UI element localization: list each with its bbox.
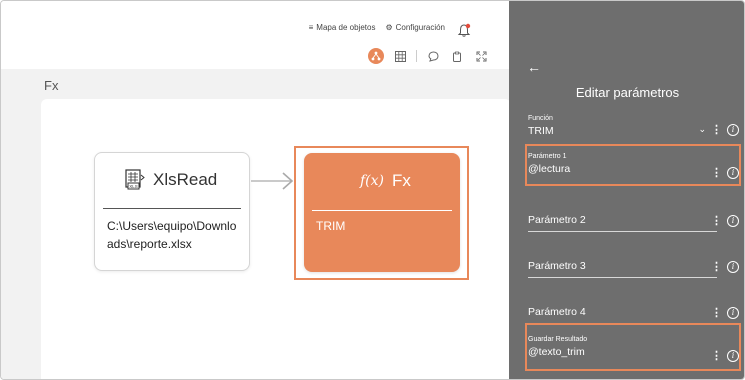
xlsread-node[interactable]: XLS XlsRead C:\Users\equipo\Downloads\re… <box>94 152 250 271</box>
arrow-left-icon: ← <box>527 59 541 75</box>
chevron-down-icon[interactable]: ⌄ <box>698 124 706 135</box>
panel-title: Editar parámetros <box>575 85 680 100</box>
param2-field[interactable]: Parámetro 2 ⋮ i <box>528 214 739 232</box>
param1-field-actions: ⋮ i <box>711 166 739 179</box>
more-options-icon[interactable]: ⋮ <box>711 214 722 227</box>
settings-label: Configuración <box>395 23 445 32</box>
top-nav: ≡ Mapa de objetos ⚙ Configuración <box>309 23 445 32</box>
param4-field-actions: ⋮ i <box>711 306 739 319</box>
back-button[interactable]: ← <box>527 59 541 75</box>
notifications-button[interactable] <box>457 23 471 43</box>
result-field-actions: ⋮ i <box>711 349 739 362</box>
function-icon: f(x) <box>360 173 385 189</box>
more-options-icon[interactable]: ⋮ <box>711 123 722 136</box>
fx-node-title: Fx <box>392 171 411 190</box>
param1-input[interactable]: @lectura <box>528 163 725 175</box>
clipboard-icon <box>453 51 461 62</box>
info-icon[interactable]: i <box>727 214 739 227</box>
connector-arrow <box>251 172 294 190</box>
function-label: Función <box>528 115 553 122</box>
more-options-icon[interactable]: ⋮ <box>711 166 722 179</box>
function-value: TRIM <box>528 125 554 137</box>
node-divider <box>103 208 241 209</box>
info-icon[interactable]: i <box>727 123 739 136</box>
param2-input[interactable]: Parámetro 2 <box>528 214 725 226</box>
bell-icon <box>457 23 471 37</box>
top-bar: ≡ Mapa de objetos ⚙ Configuración <box>1 1 509 69</box>
excel-file-icon: XLS <box>125 169 145 190</box>
canvas-toolbar <box>368 48 489 64</box>
param2-field-actions: ⋮ i <box>711 214 739 227</box>
param3-input[interactable]: Parámetro 3 <box>528 260 725 272</box>
param3-field-actions: ⋮ i <box>711 260 739 273</box>
fullscreen-button[interactable] <box>473 48 489 64</box>
chat-icon <box>427 50 439 62</box>
info-icon[interactable]: i <box>727 306 739 319</box>
xlsread-node-header: XLS XlsRead <box>125 169 217 191</box>
object-map-label: Mapa de objetos <box>316 23 376 32</box>
info-icon[interactable]: i <box>727 166 739 179</box>
info-icon[interactable]: i <box>727 260 739 273</box>
fx-node-function: TRIM <box>316 219 346 233</box>
param1-label: Parámetro 1 <box>528 153 567 160</box>
object-map-link[interactable]: ≡ Mapa de objetos <box>309 23 376 32</box>
comments-button[interactable] <box>425 48 441 64</box>
result-input[interactable]: @texto_trim <box>528 346 725 358</box>
node-divider <box>312 210 452 211</box>
function-field-actions: ⌄ ⋮ i <box>698 123 739 136</box>
gear-icon: ⚙ <box>385 23 393 32</box>
canvas-title: Fx <box>44 78 59 93</box>
toolbar-divider <box>416 50 417 62</box>
param3-field[interactable]: Parámetro 3 ⋮ i <box>528 260 739 278</box>
table-view-button[interactable] <box>392 48 408 64</box>
flow-view-button[interactable] <box>368 48 384 64</box>
more-options-icon[interactable]: ⋮ <box>711 306 722 319</box>
field-underline <box>528 277 717 278</box>
info-icon[interactable]: i <box>727 349 739 362</box>
param4-field[interactable]: Parámetro 4 ⋮ i <box>528 306 739 324</box>
fx-node[interactable]: f(x) Fx TRIM <box>304 153 460 272</box>
result-label: Guardar Resultado <box>528 336 588 343</box>
xlsread-node-title: XlsRead <box>153 170 218 189</box>
expand-icon <box>476 51 486 61</box>
app-window: ≡ Mapa de objetos ⚙ Configuración Fx XLS… <box>0 0 745 380</box>
edit-parameters-panel: ← Editar parámetros Función TRIM ⌄ ⋮ i P… <box>509 1 744 379</box>
more-options-icon[interactable]: ⋮ <box>711 260 722 273</box>
field-underline <box>528 231 717 232</box>
settings-link[interactable]: ⚙ Configuración <box>385 23 445 32</box>
more-options-icon[interactable]: ⋮ <box>711 349 722 362</box>
hierarchy-icon <box>371 51 381 61</box>
list-icon: ≡ <box>308 23 314 32</box>
fx-node-header: f(x) Fx <box>360 171 411 191</box>
param1-field[interactable]: Parámetro 1 @lectura ⋮ i <box>528 153 739 181</box>
param4-input[interactable]: Parámetro 4 <box>528 306 725 318</box>
function-select[interactable]: Función TRIM ⌄ ⋮ i <box>528 115 739 141</box>
clipboard-button[interactable] <box>449 48 465 64</box>
grid-icon <box>394 50 406 62</box>
result-field[interactable]: Guardar Resultado @texto_trim ⋮ i <box>528 336 739 364</box>
svg-text:XLS: XLS <box>129 184 138 189</box>
xlsread-file-path: C:\Users\equipo\Downloads\reporte.xlsx <box>107 219 237 251</box>
